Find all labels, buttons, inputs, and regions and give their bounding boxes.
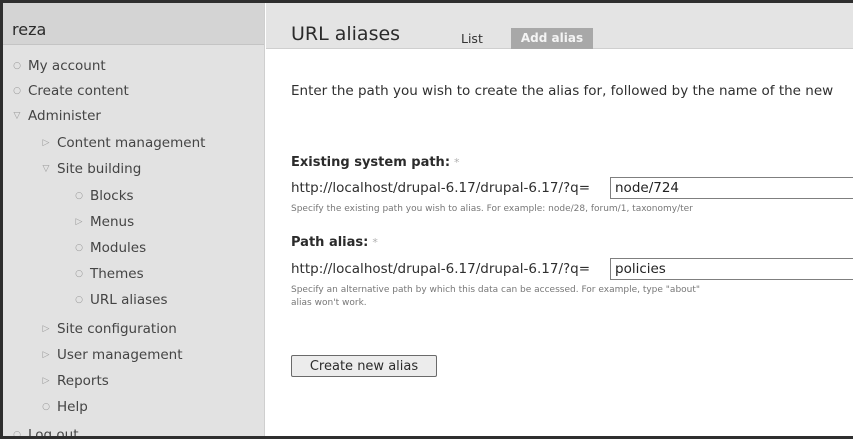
menu-item-label[interactable]: Content management: [57, 134, 205, 152]
path-alias-label: Path alias: *: [291, 235, 378, 250]
expanded-triangle-icon: ▽: [42, 164, 50, 174]
sidebar-header: reza: [3, 3, 264, 45]
tab-add-alias[interactable]: Add alias: [511, 28, 593, 49]
collapsed-triangle-icon: ▷: [42, 138, 50, 148]
existing-path-prefix: http://localhost/drupal-6.17/drupal-6.17…: [291, 180, 591, 196]
menu-item-label[interactable]: Reports: [57, 372, 109, 390]
sidebar: reza ○ My account ○ Create content ▽ Adm…: [3, 3, 265, 439]
required-marker: *: [454, 156, 460, 169]
intro-text: Enter the path you wish to create the al…: [291, 83, 834, 99]
field-label-text: Path alias:: [291, 235, 369, 250]
collapsed-triangle-icon: ▷: [42, 324, 50, 334]
expanded-triangle-icon: ▽: [13, 111, 21, 121]
main-content: URL aliases List Add alias Enter the pat…: [266, 3, 853, 436]
path-alias-input[interactable]: [610, 258, 853, 280]
leaf-bullet-icon: ○: [13, 61, 21, 71]
menu-item-label[interactable]: Create content: [28, 82, 129, 100]
menu-item-label[interactable]: My account: [28, 57, 106, 75]
field-label-text: Existing system path:: [291, 155, 451, 170]
existing-path-input[interactable]: [610, 177, 853, 199]
leaf-bullet-icon: ○: [75, 191, 83, 201]
menu-item-label[interactable]: Help: [57, 398, 88, 416]
sidebar-title: reza: [12, 20, 47, 39]
menu-item-label[interactable]: Site building: [57, 160, 141, 178]
window-frame: reza ○ My account ○ Create content ▽ Adm…: [0, 0, 853, 439]
menu-item-label[interactable]: Administer: [28, 107, 101, 125]
leaf-bullet-icon: ○: [75, 295, 83, 305]
leaf-bullet-icon: ○: [13, 430, 21, 439]
create-new-alias-button[interactable]: Create new alias: [291, 355, 437, 377]
menu-item-label[interactable]: URL aliases: [90, 291, 168, 309]
page-title: URL aliases: [291, 23, 401, 45]
path-alias-prefix: http://localhost/drupal-6.17/drupal-6.17…: [291, 261, 591, 277]
existing-path-label: Existing system path: *: [291, 155, 460, 170]
collapsed-triangle-icon: ▷: [42, 376, 50, 386]
menu-item-label[interactable]: Site configuration: [57, 320, 177, 338]
required-marker: *: [372, 236, 378, 249]
leaf-bullet-icon: ○: [75, 269, 83, 279]
menu-item-label[interactable]: Modules: [90, 239, 146, 257]
menu-item-label[interactable]: Log out: [28, 426, 79, 436]
menu-item-label[interactable]: Themes: [90, 265, 144, 283]
collapsed-triangle-icon: ▷: [42, 350, 50, 360]
path-alias-description: Specify an alternative path by which thi…: [291, 285, 701, 295]
content-header: URL aliases List Add alias: [266, 3, 853, 49]
menu-item-label[interactable]: Menus: [90, 213, 134, 231]
collapsed-triangle-icon: ▷: [75, 217, 83, 227]
leaf-bullet-icon: ○: [13, 86, 21, 96]
leaf-bullet-icon: ○: [75, 243, 83, 253]
existing-path-description: Specify the existing path you wish to al…: [291, 204, 693, 214]
menu-item-label[interactable]: User management: [57, 346, 183, 364]
path-alias-description-cont: alias won't work.: [291, 298, 367, 308]
menu-item-label[interactable]: Blocks: [90, 187, 134, 205]
leaf-bullet-icon: ○: [42, 402, 50, 412]
tab-list[interactable]: List: [461, 31, 483, 46]
